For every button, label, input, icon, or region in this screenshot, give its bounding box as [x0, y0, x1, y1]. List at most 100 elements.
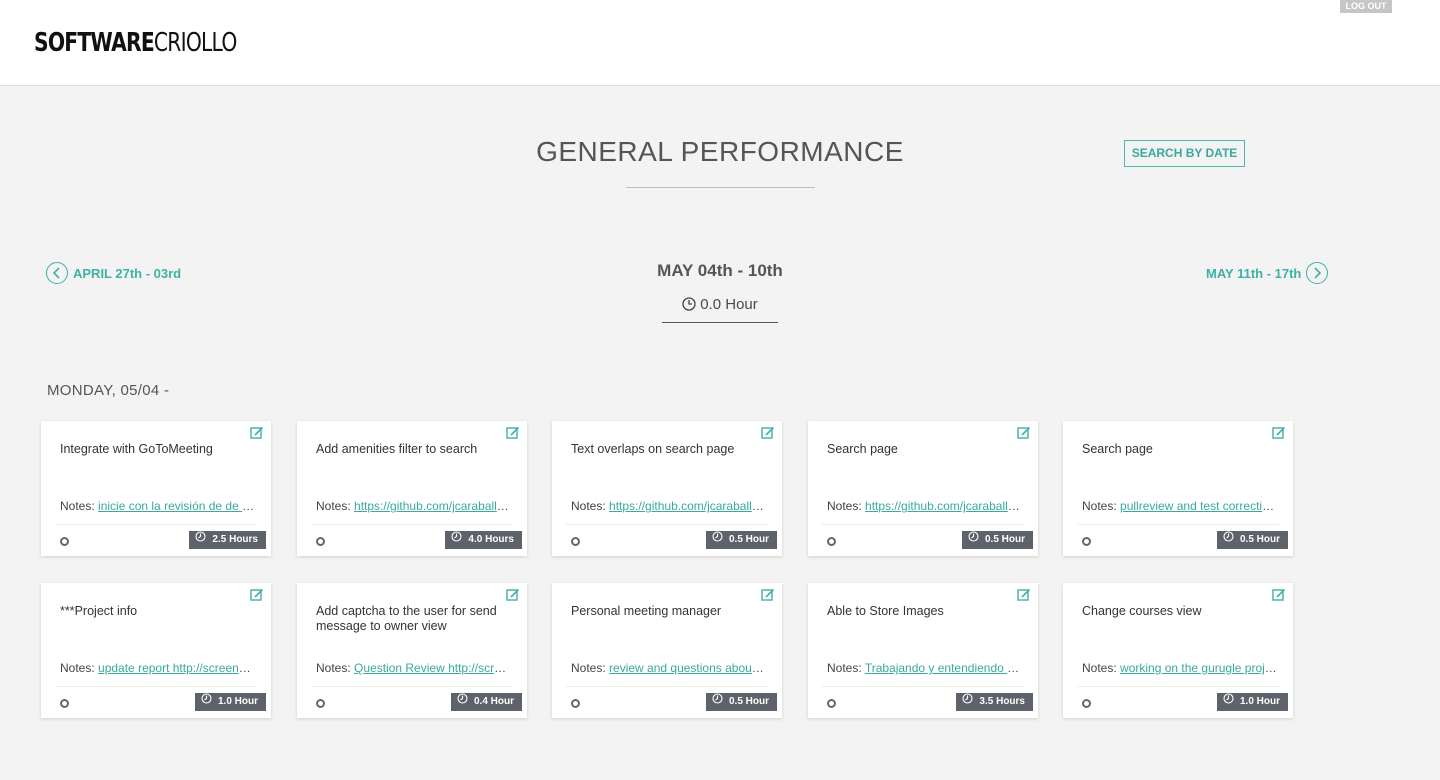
clock-icon	[1223, 531, 1234, 549]
hours-value: 0.5 Hour	[728, 534, 769, 545]
notes-prefix: Notes:	[571, 661, 606, 675]
task-notes: Notes: https://github.com/jcaraballo...	[571, 499, 766, 513]
current-week-label: MAY 04th - 10th	[657, 261, 783, 280]
notes-prefix: Notes:	[60, 499, 95, 513]
task-notes-link[interactable]: update report http://screencl...	[98, 661, 255, 675]
task-title: Integrate with GoToMeeting	[60, 442, 213, 456]
notes-prefix: Notes:	[1082, 499, 1117, 513]
week-hours-value: 0.0 Hour	[700, 296, 758, 313]
card-divider	[55, 686, 257, 687]
task-notes-link[interactable]: https://github.com/jcaraballo...	[354, 499, 511, 513]
hours-value: 2.5 Hours	[212, 534, 258, 545]
status-circle-icon[interactable]	[316, 537, 325, 546]
notes-prefix: Notes:	[60, 661, 95, 675]
card-divider	[822, 524, 1024, 525]
task-notes-link[interactable]: Question Review http://scree...	[354, 661, 511, 675]
task-notes: Notes: https://github.com/jcaraballo...	[827, 499, 1022, 513]
notes-prefix: Notes:	[827, 499, 862, 513]
hours-badge: 0.4 Hour	[450, 693, 522, 711]
day-heading: MONDAY, 05/04 -	[47, 382, 170, 399]
task-card: ***Project info Notes: update report http…	[41, 583, 271, 718]
hours-value: 0.4 Hour	[473, 696, 514, 707]
task-notes-link[interactable]: pullreview and test correction...	[1120, 499, 1277, 513]
hours-value: 1.0 Hour	[217, 696, 258, 707]
task-title: Add captcha to the user for send message…	[316, 604, 497, 633]
notes-prefix: Notes:	[1082, 661, 1117, 675]
status-circle-icon[interactable]	[1082, 537, 1091, 546]
card-divider	[311, 524, 513, 525]
chevron-right-icon	[1306, 262, 1329, 284]
clock-icon	[195, 531, 206, 549]
task-notes: Notes: Trabajando y entendiendo el ...	[827, 661, 1022, 675]
hours-value: 1.0 Hour	[1239, 696, 1280, 707]
task-notes: Notes: Question Review http://scree...	[316, 661, 511, 675]
hours-badge: 0.5 Hour	[705, 693, 777, 711]
task-notes-link[interactable]: https://github.com/jcaraballo...	[865, 499, 1022, 513]
task-title: Change courses view	[1082, 604, 1202, 618]
clock-icon	[682, 297, 696, 315]
task-card: Integrate with GoToMeeting Notes: inicie …	[41, 421, 271, 556]
hours-badge: 0.5 Hour	[705, 531, 777, 549]
card-divider	[1077, 686, 1279, 687]
hours-badge: 1.0 Hour	[194, 693, 266, 711]
logo[interactable]: SOFTWARECRIOLLO	[34, 28, 237, 58]
task-notes-link[interactable]: inicie con la revisión de de la ...	[98, 499, 255, 513]
status-circle-icon[interactable]	[60, 537, 69, 546]
logout-button[interactable]: LOG OUT	[1340, 0, 1392, 13]
clock-icon	[1223, 693, 1234, 711]
status-circle-icon[interactable]	[1082, 699, 1091, 708]
task-notes-link[interactable]: Trabajando y entendiendo el ...	[865, 661, 1022, 675]
task-card: Search page Notes: https://github.com/jca…	[808, 421, 1038, 556]
clock-icon	[451, 531, 462, 549]
task-title: Search page	[1082, 442, 1153, 456]
notes-prefix: Notes:	[571, 499, 606, 513]
status-circle-icon[interactable]	[316, 699, 325, 708]
card-divider	[311, 686, 513, 687]
status-circle-icon[interactable]	[571, 537, 580, 546]
clock-icon	[712, 531, 723, 549]
task-card: Add amenities filter to search Notes: htt…	[297, 421, 527, 556]
hours-badge: 0.5 Hour	[961, 531, 1033, 549]
task-notes: Notes: update report http://screencl...	[60, 661, 255, 675]
card-divider	[1077, 524, 1279, 525]
hours-value: 0.5 Hour	[984, 534, 1025, 545]
hours-badge: 1.0 Hour	[1216, 693, 1288, 711]
next-week-link[interactable]: MAY 11th - 17th	[1206, 262, 1329, 284]
task-title: Add amenities filter to search	[316, 442, 478, 456]
clock-icon	[962, 693, 973, 711]
previous-week-label: APRIL 27th - 03rd	[73, 265, 182, 281]
search-by-date-button[interactable]: SEARCH BY DATE	[1124, 140, 1245, 167]
top-bar: SOFTWARECRIOLLO LOG OUT	[0, 0, 1440, 86]
week-total-hours: 0.0 Hour	[662, 296, 778, 323]
task-notes: Notes: working on the gurugle proje...	[1082, 661, 1277, 675]
card-divider	[822, 686, 1024, 687]
previous-week-link[interactable]: APRIL 27th - 03rd	[46, 262, 181, 284]
status-circle-icon[interactable]	[60, 699, 69, 708]
task-notes-link[interactable]: https://github.com/jcaraballo...	[609, 499, 766, 513]
notes-prefix: Notes:	[316, 499, 351, 513]
hours-value: 0.5 Hour	[1239, 534, 1280, 545]
title-divider	[626, 187, 815, 188]
task-notes-link[interactable]: working on the gurugle proje...	[1120, 661, 1277, 675]
task-card: Search page Notes: pullreview and test co…	[1063, 421, 1293, 556]
clock-icon	[968, 531, 979, 549]
task-title: Personal meeting manager	[571, 604, 722, 618]
notes-prefix: Notes:	[316, 661, 351, 675]
hours-badge: 3.5 Hours	[956, 693, 1033, 711]
chevron-left-icon	[46, 262, 68, 284]
hours-value: 0.5 Hour	[728, 696, 769, 707]
task-notes: Notes: https://github.com/jcaraballo...	[316, 499, 511, 513]
task-title: Text overlaps on search page	[571, 442, 735, 456]
hours-value: 3.5 Hours	[979, 696, 1025, 707]
card-divider	[566, 686, 768, 687]
card-divider	[566, 524, 768, 525]
status-circle-icon[interactable]	[827, 537, 836, 546]
task-notes: Notes: review and questions about c...	[571, 661, 766, 675]
task-card: Personal meeting manager Notes: review an…	[552, 583, 782, 718]
status-circle-icon[interactable]	[571, 699, 580, 708]
status-circle-icon[interactable]	[827, 699, 836, 708]
clock-icon	[457, 693, 468, 711]
task-notes-link[interactable]: review and questions about c...	[609, 661, 766, 675]
task-title: ***Project info	[60, 604, 138, 618]
logo-bold-text: SOFTWARE	[34, 28, 155, 58]
